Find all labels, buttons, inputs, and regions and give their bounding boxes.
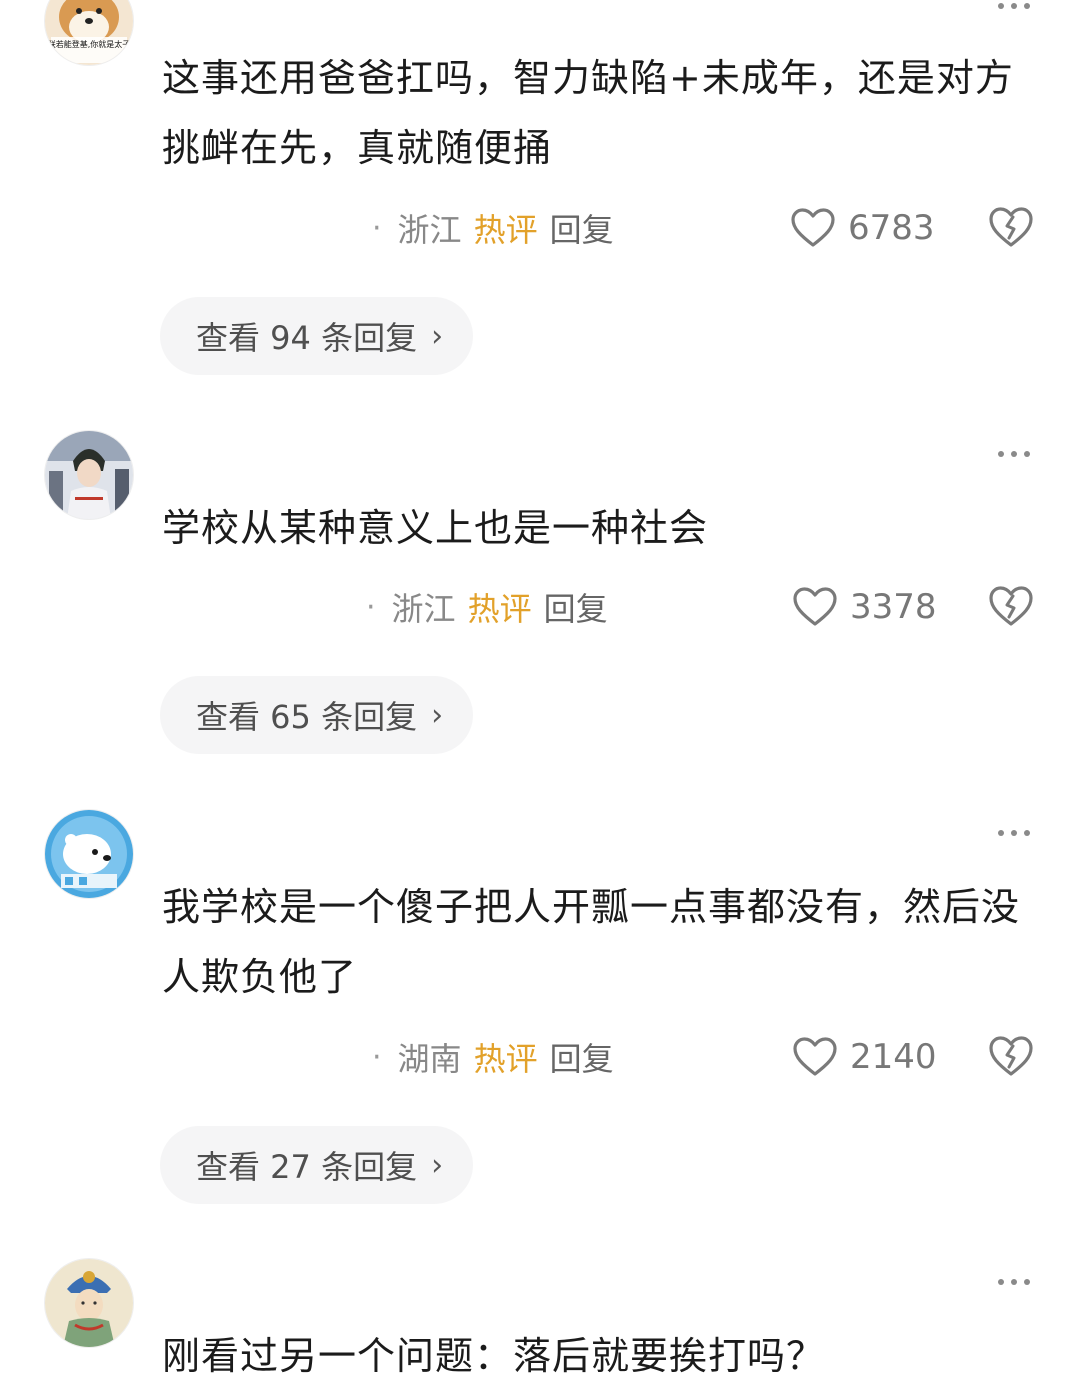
like-count: 2140 — [850, 1037, 937, 1077]
dislike-button[interactable] — [988, 584, 1034, 628]
broken-heart-icon — [989, 1036, 1033, 1076]
white-bear-avatar-icon — [45, 810, 133, 898]
like-count: 3378 — [850, 587, 937, 627]
user-avatar[interactable] — [44, 1258, 134, 1348]
like-button[interactable]: 3378 — [792, 582, 937, 632]
comment-text: 我学校是一个傻子把人开瓢一点事都没有，然后没人欺负他了 — [162, 885, 1021, 999]
chevron-right-icon: › — [431, 697, 444, 733]
reply-button[interactable]: 回复 — [544, 584, 608, 630]
svg-text:朕若能登基,你就是太子: 朕若能登基,你就是太子 — [48, 39, 131, 49]
like-count: 6783 — [848, 208, 935, 248]
heart-icon — [791, 208, 835, 247]
comment-meta: · 湖南 热评 回复 — [372, 1035, 614, 1079]
heart-icon — [793, 587, 837, 626]
like-button[interactable]: 6783 — [790, 203, 935, 253]
comment-meta: · 浙江 热评 回复 — [372, 206, 614, 250]
broken-heart-icon — [989, 586, 1033, 626]
chevron-right-icon: › — [431, 1147, 444, 1183]
shiba-dog-avatar-icon: 朕若能登基,你就是太子 — [45, 0, 133, 65]
heart-icon — [793, 1037, 837, 1076]
more-dots-icon — [998, 3, 1004, 9]
more-options-button[interactable] — [998, 450, 1030, 458]
view-replies-button[interactable]: 查看 94 条回复 › — [160, 297, 474, 375]
hot-comment-badge: 热评 — [467, 590, 532, 628]
location-label: 浙江 — [391, 590, 456, 628]
more-dots-icon — [998, 1279, 1004, 1285]
more-options-button[interactable] — [998, 2, 1030, 10]
like-button[interactable]: 2140 — [792, 1032, 937, 1082]
location-label: 浙江 — [397, 211, 462, 249]
view-replies-label: 查看 94 条回复 — [196, 319, 418, 357]
separator-dot: · — [366, 589, 376, 625]
comment-text: 这事还用爸爸扛吗，智力缺陷+未成年，还是对方挑衅在先，真就随便捅 — [162, 56, 1014, 170]
comment-text: 刚看过另一个问题：落后就要挨打吗？ — [162, 1334, 826, 1378]
anime-boy-avatar-icon — [45, 431, 133, 519]
more-options-button[interactable] — [998, 829, 1030, 837]
view-replies-label: 查看 65 条回复 — [196, 698, 418, 736]
comment-text: 学校从某种意义上也是一种社会 — [162, 506, 709, 550]
chevron-right-icon: › — [431, 318, 444, 354]
reply-button[interactable]: 回复 — [550, 1034, 614, 1080]
bodhisattva-painting-avatar-icon — [45, 1259, 133, 1347]
view-replies-button[interactable]: 查看 27 条回复 › — [160, 1126, 474, 1204]
broken-heart-icon — [989, 207, 1033, 247]
comment-meta: · 浙江 热评 回复 — [366, 585, 608, 629]
location-label: 湖南 — [397, 1040, 462, 1078]
dislike-button[interactable] — [988, 1034, 1034, 1078]
hot-comment-badge: 热评 — [473, 211, 538, 249]
more-dots-icon — [998, 830, 1004, 836]
separator-dot: · — [372, 1039, 382, 1075]
user-avatar[interactable] — [44, 430, 134, 520]
separator-dot: · — [372, 210, 382, 246]
user-avatar[interactable] — [44, 809, 134, 899]
dislike-button[interactable] — [988, 205, 1034, 249]
more-dots-icon — [998, 451, 1004, 457]
hot-comment-badge: 热评 — [473, 1040, 538, 1078]
view-replies-label: 查看 27 条回复 — [196, 1148, 418, 1186]
more-options-button[interactable] — [998, 1278, 1030, 1286]
reply-button[interactable]: 回复 — [550, 205, 614, 251]
view-replies-button[interactable]: 查看 65 条回复 › — [160, 676, 474, 754]
user-avatar[interactable]: 朕若能登基,你就是太子 — [44, 0, 134, 66]
